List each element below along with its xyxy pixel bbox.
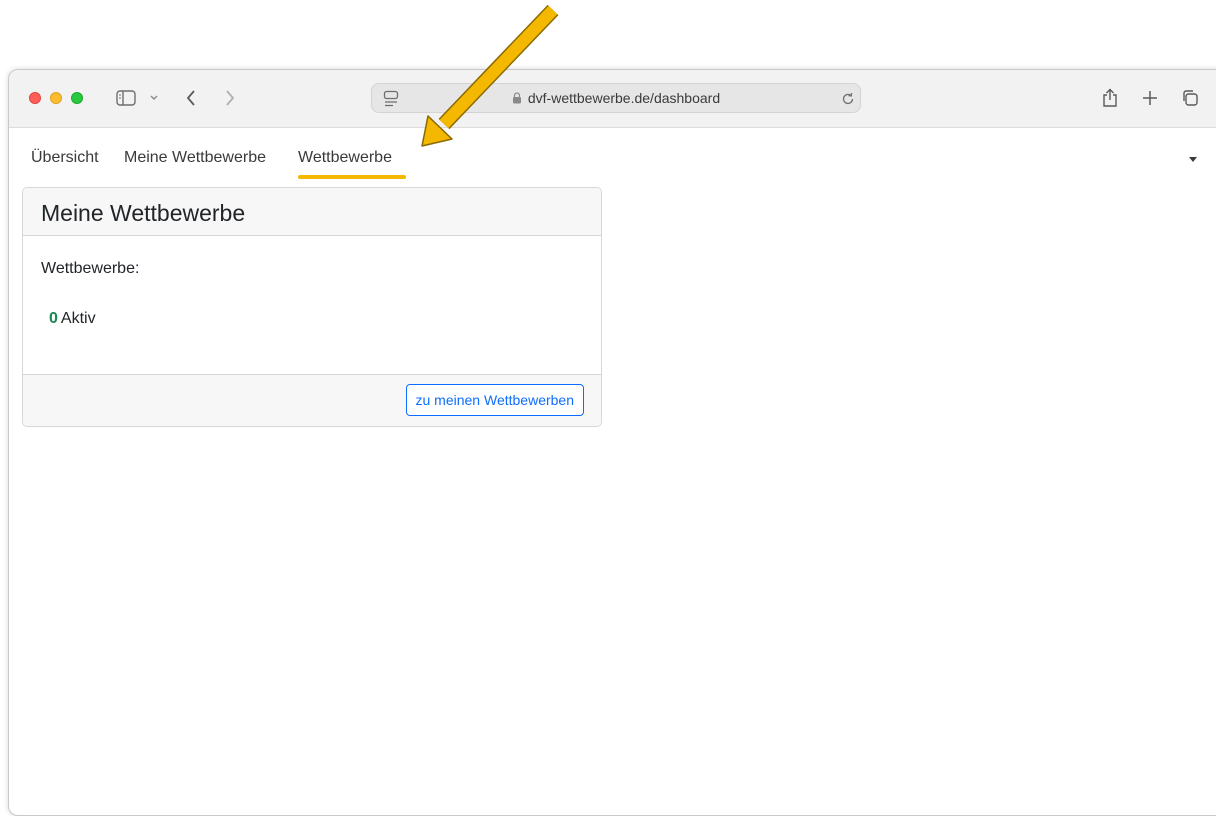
user-menu-caret-icon[interactable] <box>1189 157 1197 162</box>
address-bar[interactable]: dvf-wettbewerbe.de/dashboard <box>371 83 861 113</box>
browser-window: dvf-wettbewerbe.de/dashboard Übersicht M… <box>8 69 1216 816</box>
main-nav: Übersicht Meine Wettbewerbe Wettbewerbe <box>9 127 1216 181</box>
sidebar-icon[interactable] <box>115 87 137 109</box>
browser-toolbar: dvf-wettbewerbe.de/dashboard <box>9 70 1216 128</box>
lock-icon <box>512 91 522 107</box>
my-competitions-card: Meine Wettbewerbe Wettbewerbe: 0 Aktiv zu… <box>22 187 602 427</box>
url-text: dvf-wettbewerbe.de/dashboard <box>527 90 721 106</box>
share-icon[interactable] <box>1101 87 1119 109</box>
active-count-stat: 0 Aktiv <box>49 310 96 328</box>
minimize-window-button[interactable] <box>50 92 62 104</box>
nav-highlight-underline <box>298 175 406 179</box>
active-count-value: 0 <box>49 310 58 327</box>
active-count-label: Aktiv <box>60 310 96 327</box>
reload-icon[interactable] <box>840 88 856 110</box>
nav-item-wettbewerbe[interactable]: Wettbewerbe <box>298 149 392 167</box>
card-title: Meine Wettbewerbe <box>23 188 601 236</box>
to-my-competitions-button[interactable]: zu meinen Wettbewerben <box>405 384 584 416</box>
back-icon[interactable] <box>183 87 199 109</box>
forward-icon[interactable] <box>222 87 238 109</box>
chevron-down-icon[interactable] <box>148 87 160 109</box>
tabs-overview-icon[interactable] <box>1180 87 1200 109</box>
url-display[interactable]: dvf-wettbewerbe.de/dashboard <box>372 90 860 107</box>
new-tab-icon[interactable] <box>1141 87 1159 109</box>
nav-item-meine-wettbewerbe[interactable]: Meine Wettbewerbe <box>124 149 266 167</box>
card-footer: zu meinen Wettbewerben <box>23 374 601 426</box>
close-window-button[interactable] <box>29 92 41 104</box>
nav-item-uebersicht[interactable]: Übersicht <box>31 149 99 167</box>
card-body: Wettbewerbe: 0 Aktiv <box>23 236 601 375</box>
competitions-label: Wettbewerbe: <box>41 260 140 277</box>
zoom-window-button[interactable] <box>71 92 83 104</box>
